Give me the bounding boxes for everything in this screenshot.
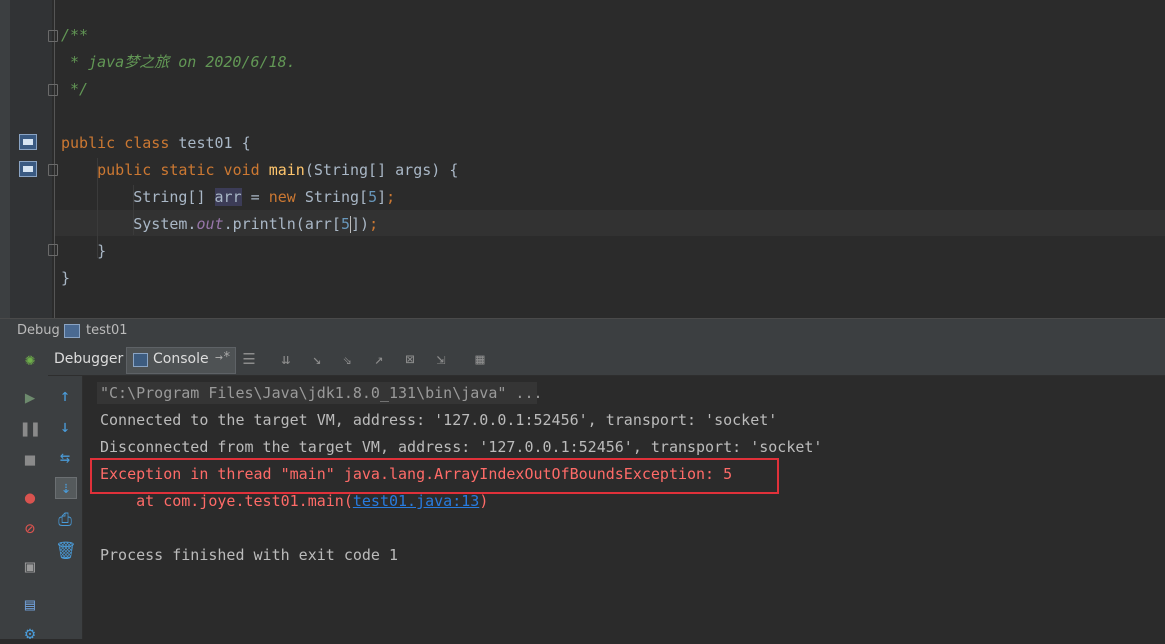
stack-trace-link[interactable]: test01.java:13 bbox=[353, 492, 479, 510]
console-line-text: Connected to the target VM, address: '12… bbox=[100, 411, 778, 429]
code-token: ] bbox=[377, 188, 387, 206]
debug-actions-column: ✺ ▶ ❚❚ ■ ● ⊘ ▣ ▤ ⚙ bbox=[12, 344, 49, 644]
fold-start-icon[interactable] bbox=[48, 30, 58, 42]
code-line: /** bbox=[61, 22, 88, 49]
code-token: ]) bbox=[351, 215, 370, 233]
settings-icon[interactable]: ⚙ bbox=[20, 624, 40, 644]
code-token: .println(arr[ bbox=[223, 215, 341, 233]
tab-console-label: Console bbox=[153, 351, 209, 367]
down-arrow-icon[interactable]: ↓ bbox=[55, 417, 75, 437]
pin-tab-icon[interactable]: →* bbox=[215, 350, 231, 365]
drop-frame-icon[interactable]: ⊠ bbox=[401, 351, 419, 367]
soft-wrap-icon[interactable]: ⇆ bbox=[55, 448, 75, 468]
debug-bug-icon: ✺ bbox=[24, 350, 36, 370]
run-config-icon bbox=[64, 324, 80, 338]
up-arrow-icon[interactable]: ↑ bbox=[55, 386, 75, 406]
code-token: System. bbox=[61, 215, 197, 233]
code-token: * java梦之旅 on 2020/6/18. bbox=[61, 53, 296, 71]
debug-title-label: Debug bbox=[17, 323, 60, 338]
console-actions-column: ↑ ↓ ⇆ ⇣ ⎙ 🗑 bbox=[48, 376, 83, 639]
run-to-cursor-icon[interactable]: ⇲ bbox=[432, 351, 450, 367]
debug-tab-bar: Debugger Console →* ☰ ⇊ ↘ ⇘ ↗ ⊠ ⇲ ▦ bbox=[48, 344, 1165, 376]
code-token: String[ bbox=[295, 188, 369, 206]
get-thread-dump-icon[interactable]: ▣ bbox=[20, 557, 40, 577]
code-editor[interactable]: /** * java梦之旅 on 2020/6/18. */ public cla… bbox=[0, 0, 1165, 318]
step-out-icon[interactable]: ↗ bbox=[370, 351, 388, 367]
print-icon[interactable]: ⎙ bbox=[55, 510, 75, 530]
fold-start-icon[interactable] bbox=[48, 164, 58, 176]
tab-debugger[interactable]: Debugger bbox=[48, 344, 129, 375]
code-token: 5 bbox=[368, 188, 378, 206]
console-icon bbox=[133, 353, 148, 367]
console-line-text: Process finished with exit code 1 bbox=[100, 546, 399, 564]
mute-breakpoints-icon[interactable]: ⊘ bbox=[20, 519, 40, 539]
stop-icon[interactable]: ■ bbox=[20, 450, 40, 470]
console-line-text: "C:\Program Files\Java\jdk1.8.0_131\bin\… bbox=[100, 384, 543, 402]
evaluate-expression-icon[interactable]: ▦ bbox=[471, 351, 489, 367]
console-line-text: at com.joye.test01.main( bbox=[100, 492, 353, 510]
code-token: new bbox=[268, 188, 296, 206]
code-line: */ bbox=[61, 76, 88, 103]
code-token: /** bbox=[61, 26, 89, 44]
show-execution-point-icon[interactable]: ⇊ bbox=[277, 351, 295, 367]
code-line: String[] arr = new String[5]; bbox=[61, 184, 395, 211]
debug-tool-window-title: Debug test01 bbox=[0, 318, 1165, 345]
code-line: public static void main(String[] args) { bbox=[61, 157, 458, 184]
code-token: String[] bbox=[61, 188, 215, 206]
code-token: } bbox=[61, 269, 71, 287]
code-token: public static void bbox=[97, 161, 260, 179]
code-line: public class test01 { bbox=[61, 130, 251, 157]
run-gutter-icon[interactable] bbox=[19, 161, 37, 177]
console-line: Process finished with exit code 1 bbox=[100, 542, 398, 569]
code-token: ; bbox=[369, 215, 379, 233]
code-line: } bbox=[61, 238, 106, 265]
console-line: "C:\Program Files\Java\jdk1.8.0_131\bin\… bbox=[100, 380, 543, 407]
clear-all-icon[interactable]: 🗑 bbox=[55, 541, 77, 561]
console-line-text: Disconnected from the target VM, address… bbox=[100, 438, 823, 456]
gutter-separator bbox=[54, 0, 55, 318]
code-token: ; bbox=[386, 188, 396, 206]
editor-gutter bbox=[10, 0, 52, 318]
resume-icon[interactable]: ▶ bbox=[20, 388, 40, 408]
console-line: Disconnected from the target VM, address… bbox=[100, 434, 822, 461]
code-token: (String[] args) { bbox=[304, 161, 459, 179]
code-line: } bbox=[61, 265, 70, 292]
error-highlight-box bbox=[90, 458, 779, 494]
step-over-icon[interactable]: ↘ bbox=[308, 351, 326, 367]
fold-end-icon[interactable] bbox=[48, 84, 58, 96]
code-token: public class bbox=[61, 134, 170, 152]
code-token: out bbox=[196, 215, 224, 233]
console-line-text: ) bbox=[479, 492, 489, 510]
run-config-name[interactable]: test01 bbox=[86, 323, 128, 338]
code-line: * java梦之旅 on 2020/6/18. bbox=[61, 49, 296, 76]
view-breakpoints-icon[interactable]: ● bbox=[20, 488, 40, 508]
code-token: main bbox=[268, 161, 305, 179]
code-token: 5 bbox=[340, 215, 350, 233]
scroll-to-end-icon[interactable]: ⇣ bbox=[55, 477, 77, 499]
code-token: arr bbox=[214, 188, 242, 206]
console-line: Connected to the target VM, address: '12… bbox=[100, 407, 777, 434]
console-layout-icon[interactable]: ☰ bbox=[240, 351, 258, 367]
code-token: } bbox=[61, 242, 107, 260]
run-gutter-icon[interactable] bbox=[19, 134, 37, 150]
code-line: System.out.println(arr[5]); bbox=[61, 211, 378, 238]
code-token: */ bbox=[61, 80, 89, 98]
code-token: = bbox=[241, 188, 269, 206]
fold-end-icon[interactable] bbox=[48, 244, 58, 256]
pause-icon[interactable]: ❚❚ bbox=[20, 419, 40, 439]
layout-icon[interactable]: ▤ bbox=[20, 595, 40, 615]
tab-console[interactable]: Console →* bbox=[126, 347, 236, 374]
console-output[interactable]: "C:\Program Files\Java\jdk1.8.0_131\bin\… bbox=[83, 376, 1165, 639]
step-into-icon[interactable]: ⇘ bbox=[338, 351, 356, 367]
code-token: test01 { bbox=[169, 134, 251, 152]
